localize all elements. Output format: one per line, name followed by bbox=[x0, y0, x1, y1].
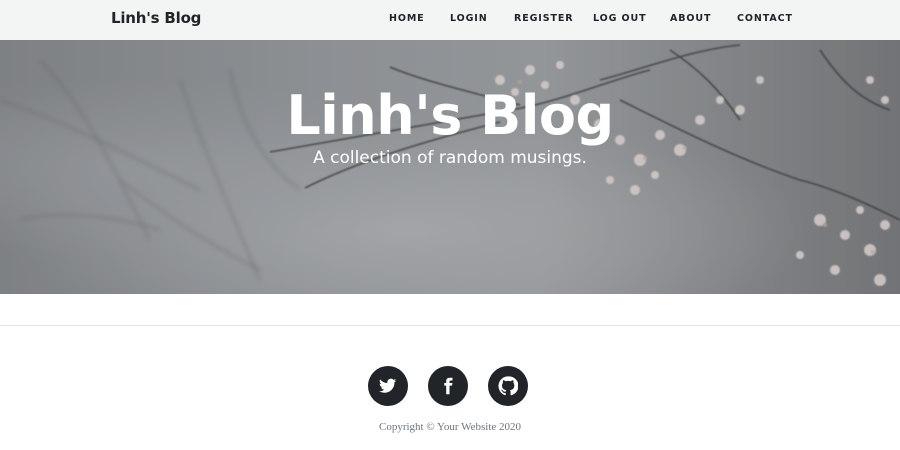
navbar: Linh's Blog HOME LOGIN REGISTER LOG OUT … bbox=[0, 0, 900, 40]
github-icon bbox=[498, 376, 518, 396]
divider bbox=[0, 325, 900, 326]
hero-subtitle: A collection of random musings. bbox=[313, 148, 587, 168]
hero-header: Linh's Blog A collection of random musin… bbox=[0, 40, 900, 294]
nav-register[interactable]: REGISTER bbox=[514, 13, 573, 24]
twitter-link[interactable] bbox=[368, 366, 408, 406]
twitter-icon bbox=[379, 378, 397, 393]
nav-links: HOME LOGIN REGISTER LOG OUT ABOUT CONTAC… bbox=[0, 0, 900, 40]
nav-login[interactable]: LOGIN bbox=[450, 13, 488, 24]
github-link[interactable] bbox=[488, 366, 528, 406]
facebook-link[interactable] bbox=[428, 366, 468, 406]
copyright-text: Copyright © Your Website 2020 bbox=[378, 421, 522, 433]
nav-logout[interactable]: LOG OUT bbox=[593, 13, 646, 24]
nav-contact[interactable]: CONTACT bbox=[737, 13, 793, 24]
facebook-icon bbox=[444, 377, 453, 395]
hero-title: Linh's Blog bbox=[286, 84, 614, 147]
nav-home[interactable]: HOME bbox=[389, 13, 425, 24]
nav-about[interactable]: ABOUT bbox=[670, 13, 711, 24]
